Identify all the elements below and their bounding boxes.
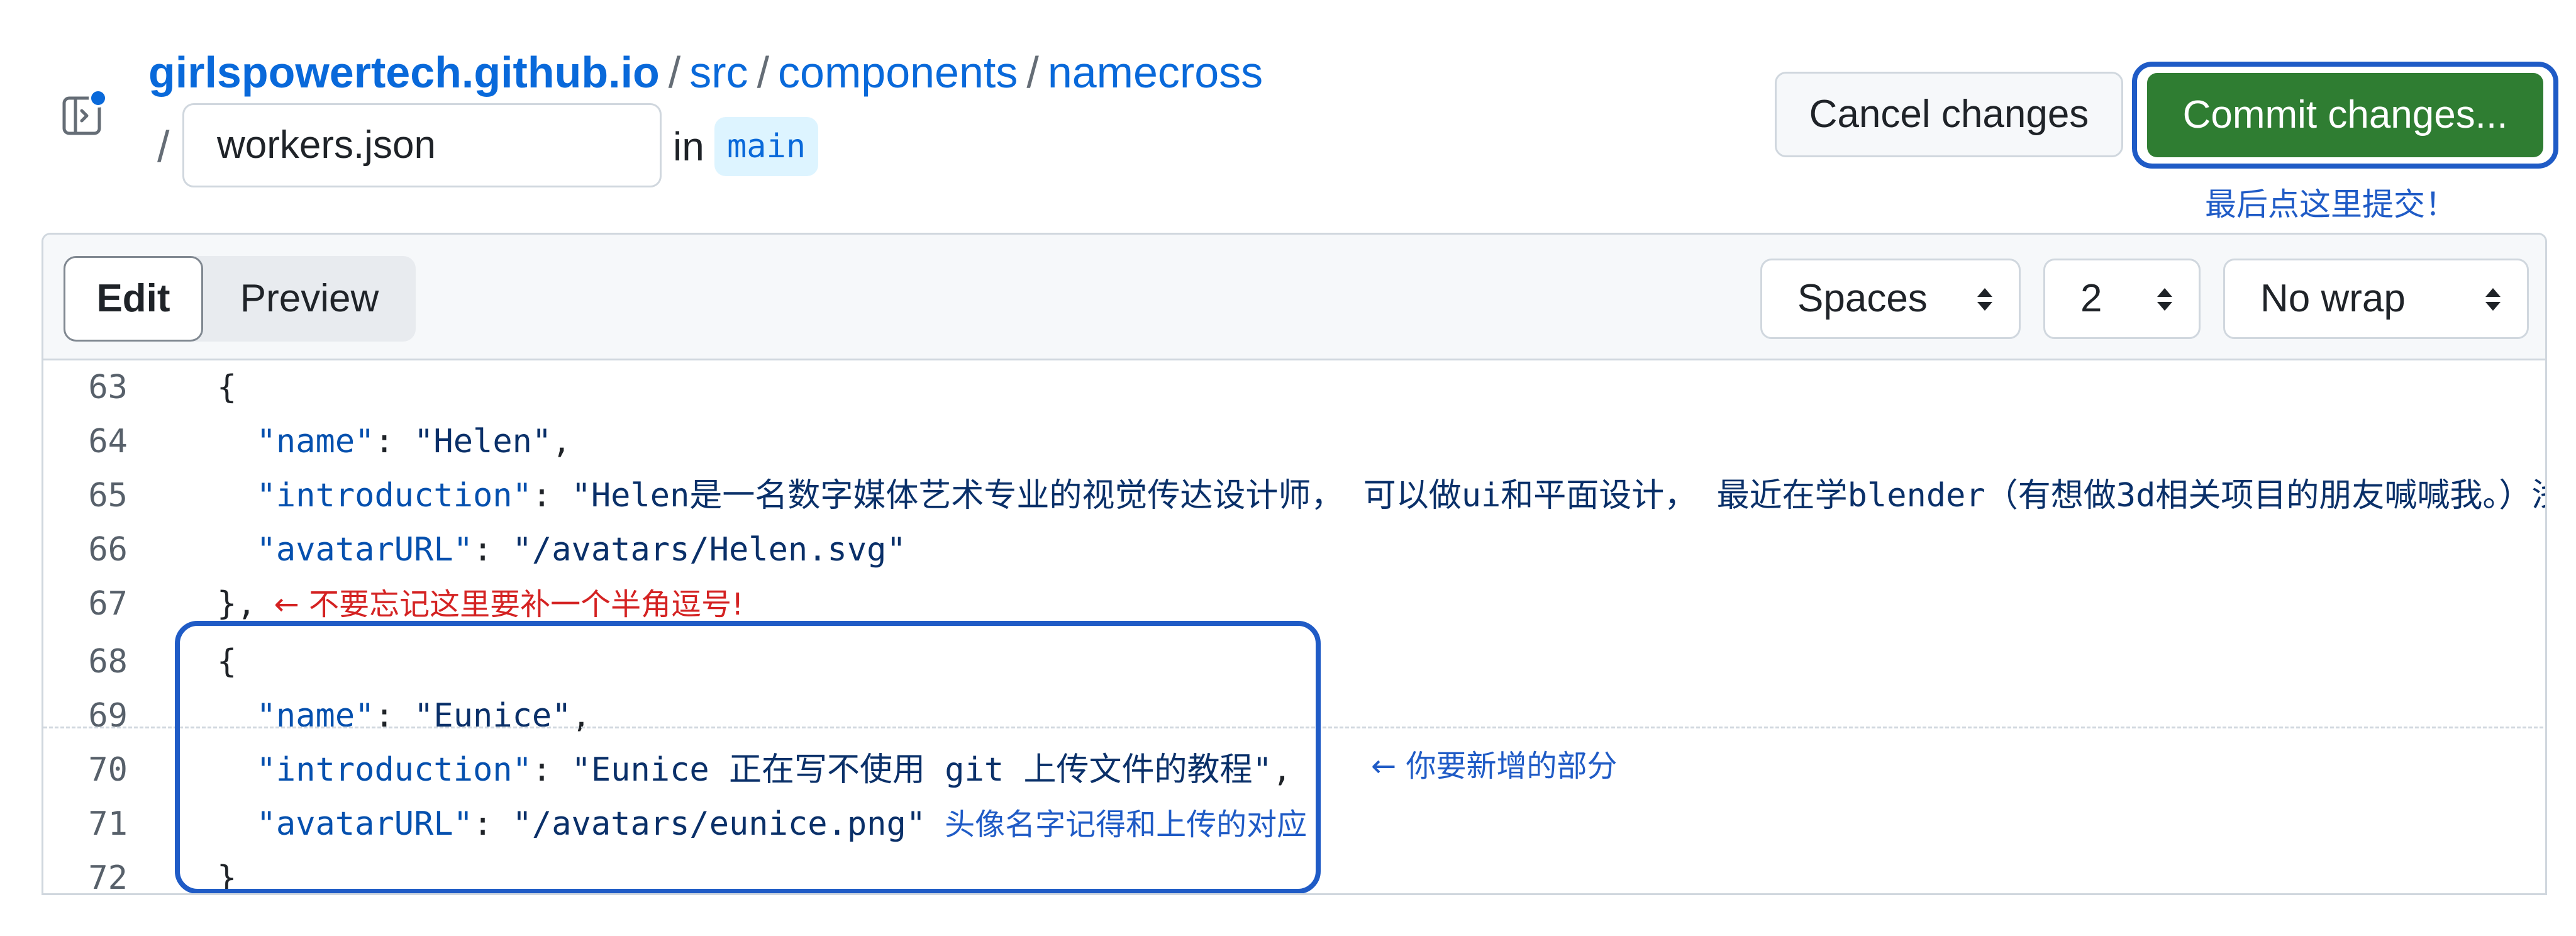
new-section-annotation: ← 你要新增的部分 <box>1371 749 1618 784</box>
json-key: "name" <box>256 423 375 460</box>
select-arrows-icon <box>2157 288 2172 311</box>
line-content: "name": "Helen", <box>217 415 572 469</box>
indent-size-select[interactable]: 2 <box>2043 259 2201 339</box>
filename-input[interactable]: workers.json <box>182 103 662 187</box>
line-number: 65 <box>88 477 128 515</box>
panel-toggle-icon[interactable] <box>62 89 106 136</box>
json-value: "Helen" <box>414 423 552 460</box>
json-value: "/avatars/Helen.svg" <box>512 531 906 569</box>
line-number: 69 <box>88 697 128 735</box>
editor-bottom-border <box>42 893 2547 895</box>
json-value: "Helen是一名数字媒体艺术专业的视觉传达设计师， 可以做ui和平面设计， 最… <box>571 477 2547 515</box>
new-entry-highlight-box <box>175 621 1321 894</box>
code-line[interactable]: 63 { <box>43 360 2545 415</box>
comma-reminder-annotation: ← 不要忘记这里要补一个半角逗号! <box>274 587 744 622</box>
line-number: 67 <box>88 585 128 623</box>
editor-toolbar: Edit Preview Spaces 2 No wrap <box>43 235 2545 360</box>
line-number: 72 <box>88 859 128 894</box>
commit-annotation: 最后点这里提交！ <box>2205 187 2457 222</box>
line-number: 64 <box>88 423 128 460</box>
commit-changes-button[interactable]: Commit changes... <box>2147 73 2543 157</box>
select-arrows-icon <box>2485 288 2501 311</box>
code-line[interactable]: 64 "name": "Helen", <box>43 415 2545 469</box>
breadcrumb-namecross-link[interactable]: namecross <box>1048 48 1263 97</box>
json-punctuation: : <box>374 423 414 460</box>
code-line[interactable]: 65 "introduction": "Helen是一名数字媒体艺术专业的视觉传… <box>43 469 2545 523</box>
breadcrumb-separator: / <box>668 48 681 97</box>
line-number: 70 <box>88 751 128 789</box>
json-punctuation: , <box>552 423 572 460</box>
breadcrumb-separator: / <box>1026 48 1039 97</box>
json-punctuation <box>217 477 257 515</box>
json-punctuation: : <box>473 531 513 569</box>
line-content: "avatarURL": "/avatars/Helen.svg" <box>217 523 906 577</box>
indent-mode-value: Spaces <box>1797 277 1928 320</box>
breadcrumb-components-link[interactable]: components <box>778 48 1018 97</box>
json-punctuation <box>217 531 257 569</box>
indent-mode-select[interactable]: Spaces <box>1760 259 2021 339</box>
branch-prefix-label: in <box>673 124 704 169</box>
json-punctuation <box>217 423 257 460</box>
json-punctuation: { <box>217 369 237 406</box>
tab-edit[interactable]: Edit <box>64 256 203 342</box>
branch-badge: main <box>714 117 819 176</box>
breadcrumb-repo-link[interactable]: girlspowertech.github.io <box>148 48 660 97</box>
code-line[interactable]: 66 "avatarURL": "/avatars/Helen.svg" <box>43 523 2545 577</box>
line-number: 71 <box>88 805 128 843</box>
wrap-mode-value: No wrap <box>2260 277 2406 320</box>
breadcrumb-src-link[interactable]: src <box>689 48 748 97</box>
select-arrows-icon <box>1977 288 1992 311</box>
json-punctuation: : <box>531 477 572 515</box>
cancel-changes-button[interactable]: Cancel changes <box>1775 72 2123 157</box>
breadcrumb-separator: / <box>757 48 770 97</box>
indent-size-value: 2 <box>2080 277 2102 320</box>
wrap-mode-select[interactable]: No wrap <box>2223 259 2529 339</box>
line-content: "introduction": "Helen是一名数字媒体艺术专业的视觉传达设计… <box>217 469 2547 523</box>
tab-preview[interactable]: Preview <box>203 256 416 342</box>
line-number: 68 <box>88 643 128 681</box>
editor-tabs: Edit Preview <box>64 256 416 342</box>
line-number: 63 <box>88 369 128 406</box>
line-content: { <box>217 360 236 415</box>
json-punctuation: }, <box>217 585 257 623</box>
breadcrumb: girlspowertech.github.io / src / components /… <box>148 44 1263 101</box>
json-key: "avatarURL" <box>256 531 473 569</box>
line-number: 66 <box>88 531 128 569</box>
json-key: "introduction" <box>256 477 532 515</box>
breadcrumb-separator: / <box>157 122 170 171</box>
